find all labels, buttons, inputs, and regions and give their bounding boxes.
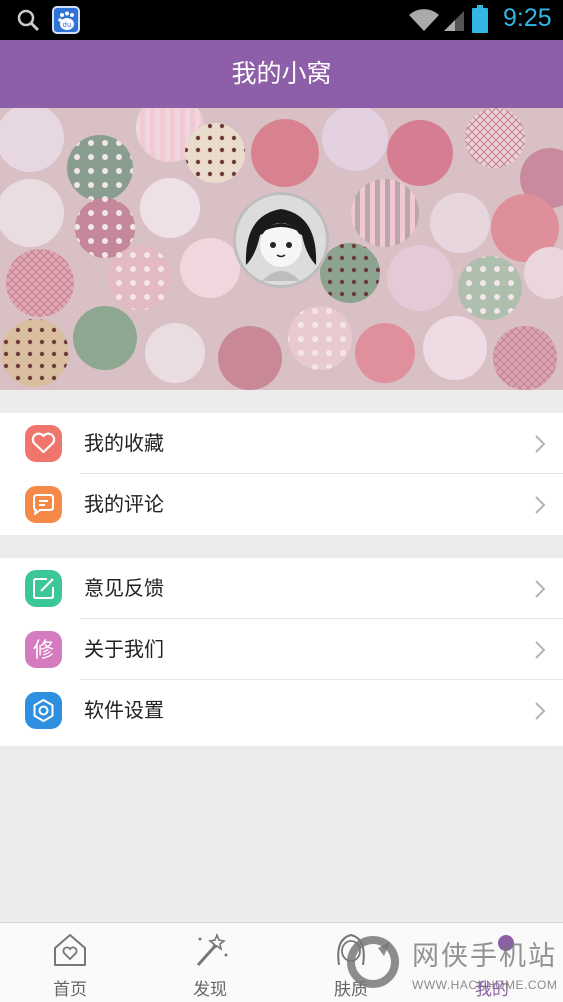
chevron-right-icon	[535, 435, 546, 453]
tab-discover[interactable]: 发现	[160, 923, 260, 1002]
menu-group-app: 意见反馈 修 关于我们 软件设置	[0, 558, 563, 746]
tab-home[interactable]: 首页	[20, 923, 120, 1002]
feedback-edit-icon	[25, 570, 62, 607]
settings-gear-icon	[25, 692, 62, 729]
profile-icon	[498, 935, 514, 951]
tab-label: 首页	[53, 980, 87, 1000]
page-title: 我的小窝	[231, 59, 332, 88]
app-header: 我的小窝	[0, 40, 563, 108]
menu-item-label: 我的收藏	[84, 431, 164, 455]
home-heart-icon	[54, 934, 86, 966]
magic-wand-icon	[196, 932, 228, 967]
chevron-right-icon	[535, 580, 546, 598]
menu-item-favorites[interactable]: 我的收藏	[0, 413, 563, 474]
svg-text:du: du	[63, 21, 72, 29]
menu-item-comments[interactable]: 我的评论	[0, 474, 563, 535]
clock: 9:25	[503, 4, 552, 32]
menu-item-about[interactable]: 修 关于我们	[0, 619, 563, 680]
about-icon: 修	[25, 631, 62, 668]
face-icon	[337, 933, 365, 966]
menu-item-settings[interactable]: 软件设置	[0, 680, 563, 741]
tab-skin[interactable]: 肤质	[301, 923, 401, 1002]
chevron-right-icon	[535, 702, 546, 720]
tab-label: 肤质	[334, 980, 368, 1000]
menu-item-feedback[interactable]: 意见反馈	[0, 558, 563, 619]
chevron-right-icon	[535, 496, 546, 514]
comment-icon	[25, 486, 62, 523]
heart-icon	[25, 425, 62, 462]
menu-item-label: 软件设置	[84, 698, 164, 722]
avatar[interactable]	[233, 192, 329, 288]
svg-text:修: 修	[33, 638, 54, 662]
menu-item-label: 关于我们	[84, 637, 164, 661]
profile-banner	[0, 108, 563, 390]
tab-mine[interactable]: 我的	[442, 923, 542, 1002]
status-bar: du 9:25	[0, 0, 563, 40]
menu-item-label: 意见反馈	[84, 576, 164, 600]
menu-group-personal: 我的收藏 我的评论	[0, 413, 563, 535]
cartoon-girl-icon	[236, 195, 326, 285]
baidu-icon: du	[52, 6, 80, 34]
tab-label: 发现	[193, 980, 227, 1000]
battery-icon	[472, 5, 488, 33]
tab-label: 我的	[475, 980, 509, 1000]
signal-icon	[444, 11, 464, 31]
bottom-nav: 首页 发现 肤质 我的	[0, 922, 563, 1002]
wifi-icon	[409, 9, 439, 31]
search-icon	[17, 9, 40, 32]
menu-item-label: 我的评论	[84, 492, 164, 516]
chevron-right-icon	[535, 641, 546, 659]
